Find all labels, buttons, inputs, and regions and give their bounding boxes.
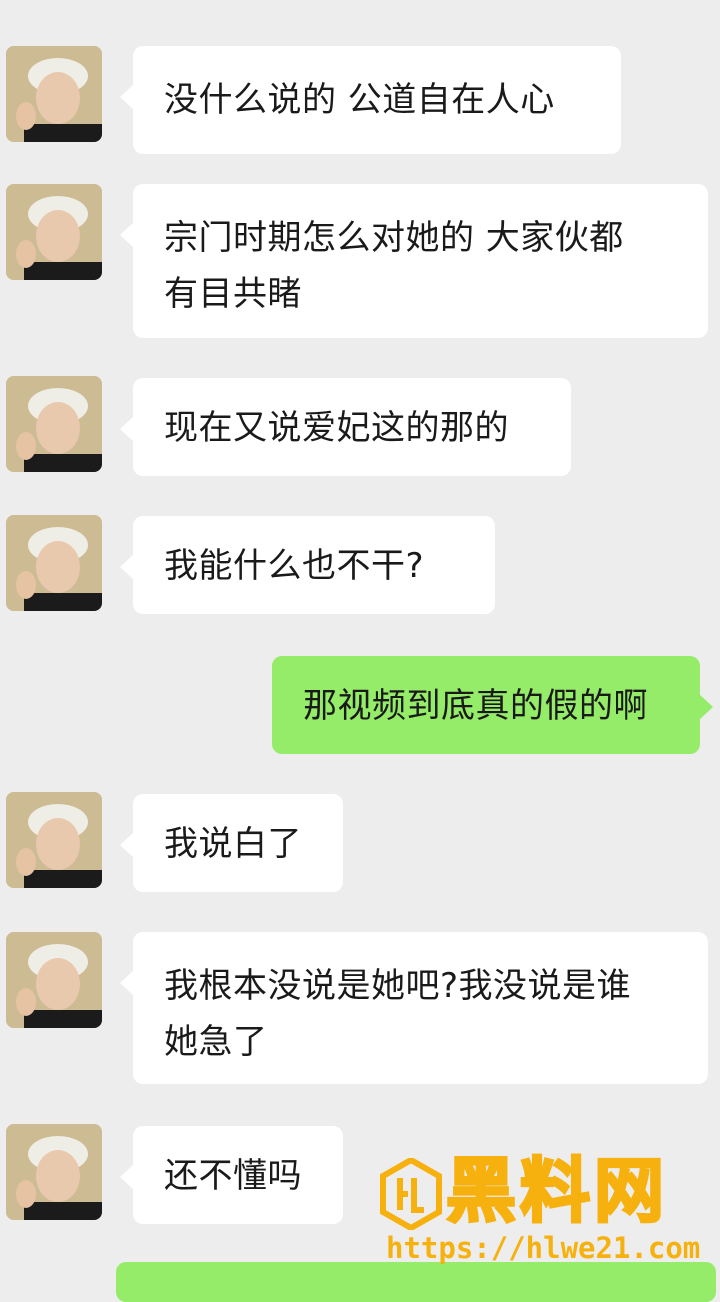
message-bubble[interactable]: 我能什么也不干? [120, 516, 495, 614]
message-bubble[interactable]: 宗门时期怎么对她的 大家伙都 有目共睹 [120, 184, 708, 338]
message-text: 我说白了 [164, 824, 302, 864]
message-text: 现在又说爱妃这的那的 [164, 408, 509, 448]
chat-view: 没什么说的 公道自在人心 宗门时期怎么对她的 大家伙都 有目共睹 现在又说爱妃这… [0, 0, 720, 1302]
contact-avatar[interactable] [6, 792, 102, 888]
message-bubble[interactable]: 还不懂吗 [120, 1126, 343, 1224]
message-bubble[interactable]: 现在又说爱妃这的那的 [120, 378, 571, 476]
message-bubble[interactable]: 我说白了 [120, 794, 343, 892]
contact-avatar[interactable] [6, 1124, 102, 1220]
message-bubble[interactable]: 我根本没说是她吧?我没说是谁 她急了 [120, 932, 708, 1084]
message-bubble[interactable]: 没什么说的 公道自在人心 [120, 46, 621, 154]
message-text: 还不懂吗 [164, 1156, 302, 1196]
message-text-line: 宗门时期怎么对她的 大家伙都 [164, 218, 624, 258]
message-text-line: 她急了 [164, 1022, 268, 1062]
contact-avatar[interactable] [6, 932, 102, 1028]
message-text: 那视频到底真的假的啊 [303, 686, 648, 726]
watermark-url: https://hlwe21.com [386, 1231, 701, 1265]
message-text: 没什么说的 公道自在人心 [164, 80, 555, 120]
contact-avatar[interactable] [6, 46, 102, 142]
message-text-line: 有目共睹 [164, 274, 302, 314]
contact-avatar[interactable] [6, 184, 102, 280]
message-text-line: 我根本没说是她吧?我没说是谁 [164, 966, 632, 1006]
watermark-brand: 黑料网 [445, 1149, 668, 1234]
hexagon-logo-icon [380, 1158, 442, 1230]
message-bubble-outgoing[interactable]: 那视频到底真的假的啊 [272, 656, 713, 754]
site-watermark: 黑料网 https://hlwe21.com [380, 1149, 710, 1270]
contact-avatar[interactable] [6, 376, 102, 472]
message-text: 我能什么也不干? [164, 546, 425, 586]
contact-avatar[interactable] [6, 515, 102, 611]
